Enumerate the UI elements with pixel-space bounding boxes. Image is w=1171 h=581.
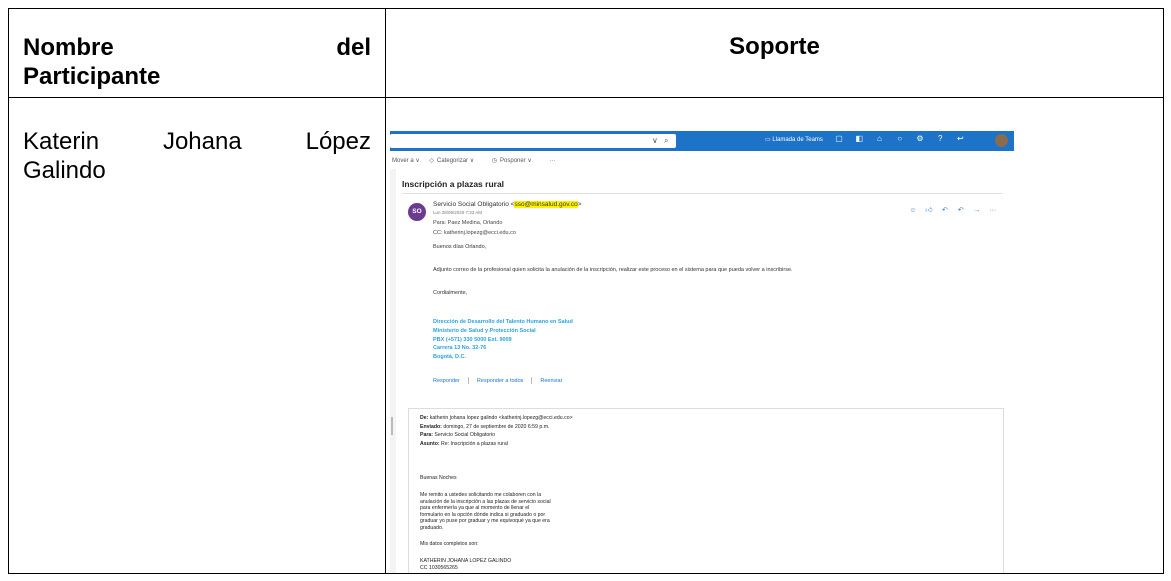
email-subject: Inscripción a plazas rural [402,179,505,189]
message-datetime: Lun 28/09/2020 7:33 AM [433,210,483,215]
quoted-greeting: Buenas Noches [420,475,457,481]
help-icon[interactable]: ? [931,134,949,143]
tag-icon: ◇ [429,158,435,164]
header-word-nombre: Nombre [23,34,114,61]
email-body: Adjunto correo de la profesional quien s… [433,267,793,273]
chevron-down-icon[interactable]: ∨ [652,134,658,148]
quoted-body: Me remito a ustedes solicitando me colab… [420,492,551,531]
subject-divider [402,193,1002,194]
header-soporte: Soporte [729,33,820,60]
sender[interactable]: Servicio Social Obligatorio <sso@minsalu… [433,201,581,208]
table-header-row: Nombre del Participante Soporte [8,8,1164,98]
header-participant-cell: Nombre del Participante [8,8,386,98]
like-icon[interactable]: 👍︎ [922,205,936,214]
video-icon: ▭ [765,137,771,143]
participant-name-cell: Katerin Johana López Galindo [8,97,386,574]
reply-icon[interactable]: ↶ [938,206,952,214]
sender-email: sso@minsalud.gov.co [514,201,578,208]
name-word-1: Katerin [23,128,100,155]
topbar-icons: ▢ ◧ ⌂ ○ ⚙ ? ↩ [830,134,969,143]
name-word-3: López [305,128,371,155]
more-button[interactable]: ··· [549,158,555,164]
clock-icon: ◷ [491,158,498,164]
bell-icon[interactable]: ○ [891,134,909,143]
move-to-button[interactable]: Mover a ∨ [392,158,420,164]
cc-recipients: CC: katherinj.lopezg@ecci.edu.co [433,230,516,236]
name-word-2: Johana [162,128,242,155]
email-closing: Cordialmente, [433,290,468,296]
snooze-button[interactable]: ◷ Posponer ∨ [492,158,540,164]
forward-icon[interactable]: → [970,207,984,214]
chat-icon[interactable]: ▢ [830,134,848,143]
header-support-cell: Soporte [385,8,1164,98]
search-input[interactable]: ∨ ⌕ [390,134,676,148]
reply-links: Responder Responder a todos Reenviar [433,377,562,384]
quoted-data-line: Mis datos completos son: [420,541,479,547]
more-icon[interactable]: ··· [986,207,1000,214]
quoted-message: De: katherin johana lopez galindo <kathe… [408,408,1004,573]
reply-all-link[interactable]: Responder a todos [477,378,523,384]
onenote-icon[interactable]: ◧ [850,134,868,143]
left-pane-edge [390,169,396,573]
emoji-icon[interactable]: ☺ [906,207,920,214]
todo-icon[interactable]: ⌂ [870,134,888,143]
name-line-2: Galindo [23,157,106,184]
email-screenshot: ∨ ⌕ ▭ Llamada de Teams ▢ ◧ ⌂ ○ ⚙ ? ↩ Mov… [390,131,1016,573]
sender-avatar: SO [408,203,426,221]
reply-link[interactable]: Responder [433,378,460,384]
to-recipients: Para: Paez Medina, Orlando [433,220,503,226]
message-actions: ☺ 👍︎ ↶ ↶ → ··· [906,205,1000,214]
header-word-del: del [336,34,371,61]
gear-icon[interactable]: ⚙ [911,134,929,143]
command-bar: Mover a ∨ ◇ Categorizar ∨ ◷ Posponer ∨ ··· [390,153,1014,169]
quoted-cc: CC 1030565265 [420,565,458,571]
forward-link[interactable]: Reenviar [540,378,562,384]
user-avatar[interactable] [995,134,1008,147]
email-greeting: Buenos días Orlando, [433,244,487,250]
categorize-button[interactable]: ◇ Categorizar ∨ [429,158,482,164]
header-word-participante: Participante [23,63,161,90]
feedback-icon[interactable]: ↩ [951,134,969,143]
quoted-header: De: katherin johana lopez galindo <kathe… [420,415,573,447]
teams-call-button[interactable]: ▭ Llamada de Teams [765,136,823,143]
search-icon[interactable]: ⌕ [664,134,668,148]
quoted-full-name: KATHERIN JOHANA LOPEZ GALINDO [420,558,512,564]
outlook-topbar: ∨ ⌕ ▭ Llamada de Teams ▢ ◧ ⌂ ○ ⚙ ? ↩ [390,131,1014,151]
teams-call-label: Llamada de Teams [772,137,823,143]
reply-all-icon[interactable]: ↶ [954,206,968,214]
email-signature: Dirección de Desarrollo del Talento Huma… [433,319,573,361]
